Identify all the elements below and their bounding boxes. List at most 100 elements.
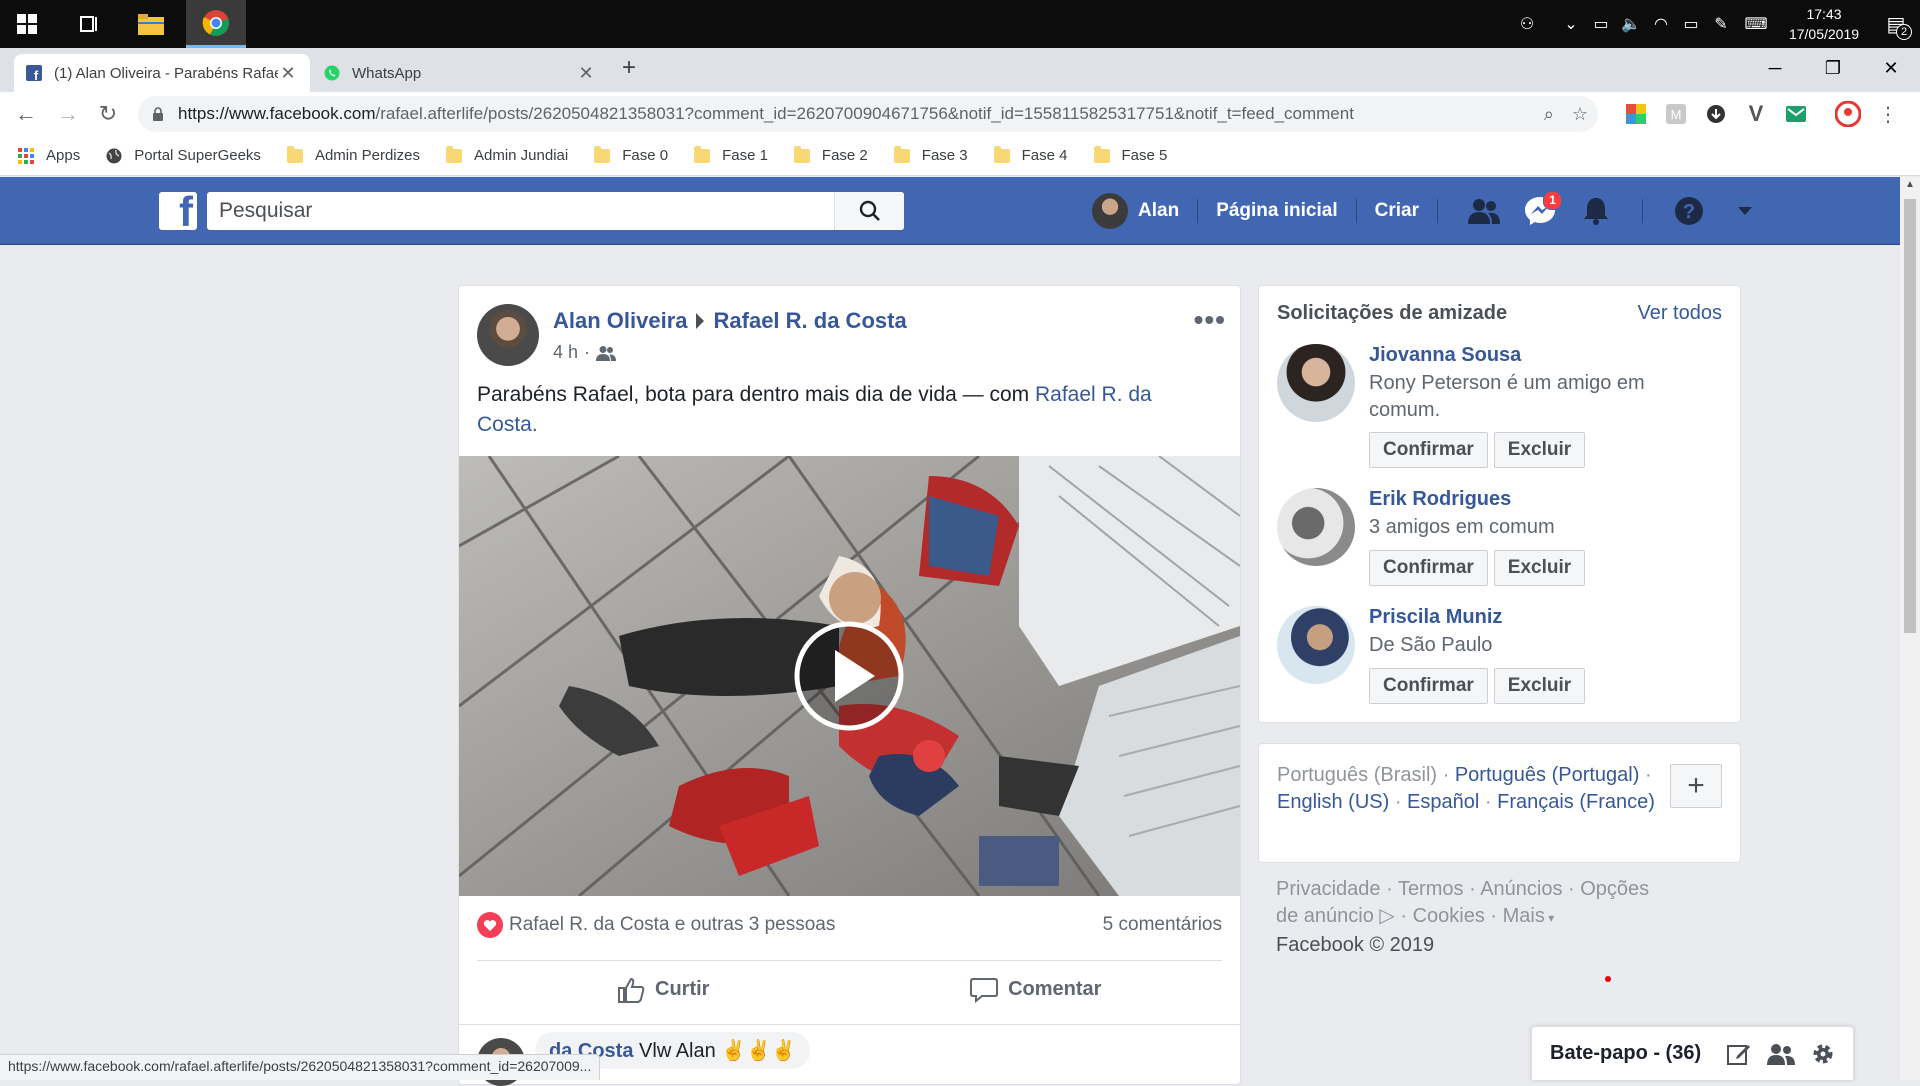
- more-options-icon[interactable]: •••: [1194, 304, 1226, 336]
- bookmark-folder[interactable]: Fase 1: [694, 145, 768, 164]
- display-icon[interactable]: ▭: [1586, 0, 1616, 48]
- avatar[interactable]: [1277, 344, 1355, 422]
- see-all-link[interactable]: Ver todos: [1637, 302, 1722, 325]
- bookmark-folder[interactable]: Admin Perdizes: [286, 145, 420, 164]
- delete-button[interactable]: Excluir: [1493, 432, 1586, 468]
- reload-button[interactable]: ↻: [88, 92, 128, 136]
- battery-icon[interactable]: ▭: [1676, 0, 1706, 48]
- scrollbar-thumb[interactable]: [1904, 199, 1916, 633]
- profile-extension-icon[interactable]: [1828, 92, 1868, 136]
- restore-icon[interactable]: ❐: [1804, 48, 1862, 88]
- language-option[interactable]: Español: [1407, 791, 1479, 813]
- file-explorer-button[interactable]: [124, 0, 178, 48]
- request-name[interactable]: Erik Rodrigues: [1369, 488, 1511, 511]
- target-name[interactable]: Rafael R. da Costa: [714, 308, 907, 334]
- gear-icon[interactable]: [1811, 1042, 1835, 1066]
- new-tab-button[interactable]: +: [622, 54, 636, 82]
- heart-reaction-icon[interactable]: [477, 912, 503, 938]
- request-name[interactable]: Jiovanna Sousa: [1369, 344, 1521, 367]
- minimize-icon[interactable]: ─: [1746, 48, 1804, 88]
- scroll-up-icon[interactable]: ▲: [1905, 179, 1915, 190]
- people-icon[interactable]: ⚇: [1512, 0, 1542, 48]
- new-message-icon[interactable]: [1727, 1042, 1751, 1066]
- pen-icon[interactable]: ✎: [1706, 0, 1736, 48]
- language-option[interactable]: Français (France): [1497, 791, 1655, 813]
- like-button[interactable]: Curtir: [477, 961, 850, 1018]
- close-tab-icon[interactable]: ✕: [278, 63, 298, 84]
- task-view-button[interactable]: [62, 0, 116, 48]
- m-extension-icon[interactable]: M: [1656, 92, 1696, 136]
- facebook-logo-icon[interactable]: f: [159, 192, 197, 230]
- footer-link[interactable]: Mais: [1503, 905, 1545, 927]
- bookmark-folder[interactable]: Fase 2: [793, 145, 868, 164]
- messenger-button[interactable]: 1: [1520, 191, 1562, 231]
- language-option[interactable]: English (US): [1277, 791, 1389, 813]
- avatar[interactable]: [1277, 488, 1355, 566]
- chrome-taskbar-button[interactable]: [186, 0, 246, 48]
- home-link[interactable]: Página inicial: [1216, 200, 1337, 222]
- friends-audience-icon[interactable]: [596, 345, 617, 361]
- bookmark-folder[interactable]: Fase 3: [893, 145, 968, 164]
- author-avatar[interactable]: [477, 304, 539, 366]
- play-icon[interactable]: [793, 620, 905, 732]
- chrome-menu-icon[interactable]: ⋮: [1868, 92, 1908, 136]
- request-name[interactable]: Priscila Muniz: [1369, 606, 1502, 629]
- reactions-summary[interactable]: Rafael R. da Costa e outras 3 pessoas: [509, 914, 835, 936]
- search-input[interactable]: [207, 192, 834, 230]
- system-clock[interactable]: 17:43 17/05/2019: [1776, 4, 1872, 44]
- download-extension-icon[interactable]: [1696, 92, 1736, 136]
- chevron-up-icon[interactable]: ⌄: [1556, 0, 1586, 48]
- notifications-button[interactable]: [1576, 191, 1616, 231]
- video-player[interactable]: [459, 456, 1240, 896]
- account-menu-button[interactable]: [1725, 191, 1765, 231]
- chat-bar[interactable]: Bate-papo - (36): [1531, 1026, 1854, 1080]
- zoom-icon[interactable]: ⌕: [1544, 104, 1554, 125]
- author-name[interactable]: Alan Oliveira: [553, 308, 688, 334]
- comment-button[interactable]: Comentar: [850, 961, 1223, 1018]
- confirm-button[interactable]: Confirmar: [1369, 550, 1488, 586]
- wifi-icon[interactable]: ◠: [1646, 0, 1676, 48]
- keyboard-icon[interactable]: ⌨: [1736, 0, 1776, 48]
- close-tab-icon[interactable]: ✕: [576, 63, 596, 84]
- tab-facebook[interactable]: f (1) Alan Oliveira - Parabéns Rafael ✕: [14, 54, 310, 92]
- page-scrollbar[interactable]: ▲: [1900, 177, 1920, 1080]
- bookmark-folder[interactable]: Fase 4: [993, 145, 1068, 164]
- footer-link[interactable]: Anúncios: [1480, 878, 1562, 900]
- volume-icon[interactable]: 🔈: [1616, 0, 1646, 48]
- ad-choices-icon[interactable]: ▷: [1374, 905, 1394, 927]
- confirm-button[interactable]: Confirmar: [1369, 432, 1488, 468]
- delete-button[interactable]: Excluir: [1493, 668, 1586, 704]
- tab-whatsapp[interactable]: WhatsApp ✕: [312, 54, 608, 92]
- star-icon[interactable]: ☆: [1572, 104, 1588, 125]
- footer-link[interactable]: Privacidade: [1276, 878, 1381, 900]
- help-button[interactable]: ?: [1669, 191, 1709, 231]
- bookmark-portal-supergeeks[interactable]: Portal SuperGeeks: [106, 147, 261, 164]
- more-languages-button[interactable]: +: [1670, 764, 1722, 808]
- language-option[interactable]: Português (Portugal): [1455, 764, 1640, 786]
- vimeo-extension-icon[interactable]: V: [1736, 92, 1776, 136]
- comments-count[interactable]: 5 comentários: [1103, 914, 1222, 936]
- action-center-button[interactable]: ▤ 2: [1872, 0, 1920, 48]
- profile-link[interactable]: Alan: [1092, 193, 1179, 229]
- address-bar[interactable]: https://www.facebook.com/rafael.afterlif…: [138, 96, 1598, 132]
- footer-link[interactable]: Cookies: [1413, 905, 1485, 927]
- bookmark-apps[interactable]: Apps: [18, 147, 80, 164]
- confirm-button[interactable]: Confirmar: [1369, 668, 1488, 704]
- delete-button[interactable]: Excluir: [1493, 550, 1586, 586]
- create-link[interactable]: Criar: [1375, 200, 1419, 222]
- colorpick-extension-icon[interactable]: [1616, 92, 1656, 136]
- friend-requests-button[interactable]: [1464, 191, 1504, 231]
- close-window-icon[interactable]: ✕: [1862, 48, 1920, 88]
- mail-extension-icon[interactable]: [1776, 92, 1816, 136]
- search-button[interactable]: [834, 192, 904, 230]
- post-time[interactable]: 4 h: [553, 342, 578, 363]
- bookmark-folder[interactable]: Fase 0: [594, 145, 668, 164]
- bookmark-folder[interactable]: Admin Jundiai: [445, 145, 568, 164]
- bookmark-folder[interactable]: Fase 5: [1093, 145, 1167, 164]
- back-button[interactable]: ←: [6, 92, 46, 136]
- create-group-icon[interactable]: [1767, 1043, 1795, 1065]
- start-button[interactable]: [0, 0, 54, 48]
- footer-link[interactable]: Termos: [1398, 878, 1464, 900]
- forward-button[interactable]: →: [48, 92, 88, 136]
- avatar[interactable]: [1277, 606, 1355, 684]
